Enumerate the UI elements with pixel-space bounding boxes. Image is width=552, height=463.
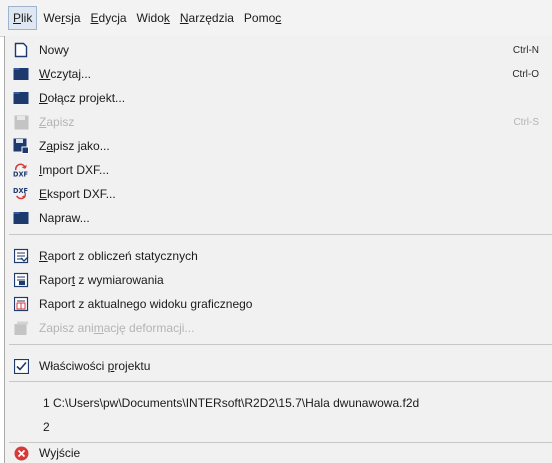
- animation-icon: [13, 320, 29, 336]
- label-post: aport z obliczeń statycznych: [47, 249, 198, 263]
- menu-item-report-dims-label: Raport z wymiarowania: [39, 273, 164, 287]
- menu-edit-post: dycja: [98, 11, 127, 25]
- menu-file-post: lik: [21, 11, 33, 25]
- menu-item-save-animation: Zapisz animację deformacji...: [5, 316, 552, 340]
- menu-item-export-dxf[interactable]: DXF Eksport DXF...: [5, 182, 552, 206]
- menu-item-exit-label: Wyjście: [39, 446, 80, 460]
- menu-item-repair-label: Napraw...: [39, 211, 90, 225]
- menu-item-report-view-label: Raport z aktualnego widoku graficznego: [39, 297, 252, 311]
- label-post: ację deformacji...: [103, 321, 195, 335]
- menu-help-pre: Pomo: [243, 11, 276, 25]
- save-icon: [13, 114, 29, 130]
- menu-file[interactable]: Plik: [8, 6, 38, 30]
- menu-version-post: sja: [65, 11, 81, 25]
- menu-tools-key: N: [179, 11, 189, 25]
- label-post: rojektu: [114, 359, 151, 373]
- shortcut-new: Ctrl-N: [512, 44, 539, 56]
- menu-separator: [9, 344, 552, 345]
- file-dropdown-menu: Nowy Ctrl-N Wczytaj... Ctrl-O Dołącz pro…: [4, 36, 552, 463]
- report-icon: [13, 272, 29, 288]
- menu-item-save: Zapisz Ctrl-S: [5, 110, 552, 134]
- menu-item-export-label: Eksport DXF...: [39, 187, 116, 201]
- svg-text:DXF: DXF: [13, 171, 28, 178]
- dxf-export-icon: DXF: [13, 186, 29, 202]
- folder-icon: [13, 90, 29, 106]
- menu-item-new[interactable]: Nowy Ctrl-N: [5, 38, 552, 62]
- menu-item-save-as-label: Zapisz jako...: [39, 139, 110, 153]
- menu-view[interactable]: Widok: [133, 6, 174, 30]
- document-icon: [13, 42, 29, 58]
- save-as-icon: [13, 138, 29, 154]
- menu-item-report-view[interactable]: Raport z aktualnego widoku graficznego: [5, 292, 552, 316]
- folder-icon: [13, 66, 29, 82]
- menu-item-report-static[interactable]: Raport z obliczeń statycznych: [5, 244, 552, 268]
- label-pre: Raport z aktualnego widoku graficznego: [39, 297, 253, 311]
- menu-help[interactable]: Pomoc: [240, 6, 285, 30]
- menu-file-key: P: [13, 11, 22, 25]
- label-pre: Rapor: [39, 273, 72, 287]
- menu-edit-key: E: [90, 11, 99, 25]
- menu-tools-post: arzędzia: [188, 11, 234, 25]
- label-key: m: [93, 321, 104, 335]
- menu-item-properties-label: Właściwości projektu: [39, 359, 150, 373]
- menu-separator: [9, 234, 552, 235]
- close-icon: [13, 445, 29, 461]
- menu-item-project-properties[interactable]: Właściwości projektu: [5, 354, 552, 378]
- menu-item-open[interactable]: Wczytaj... Ctrl-O: [5, 62, 552, 86]
- report-icon: [13, 248, 29, 264]
- menu-item-report-static-label: Raport z obliczeń statycznych: [39, 249, 198, 263]
- label-pre: Zapisz ani: [39, 321, 94, 335]
- menu-tools[interactable]: Narzędzia: [176, 6, 238, 30]
- label-post: apisz: [46, 115, 75, 129]
- menu-item-import-dxf[interactable]: DXF Import DXF...: [5, 158, 552, 182]
- menu-item-attach-label: Dołącz projekt...: [39, 91, 125, 105]
- menu-help-key: c: [275, 11, 282, 25]
- checkbox-icon: [13, 358, 29, 374]
- menu-item-recent-2[interactable]: 2: [5, 415, 552, 439]
- menu-item-report-dimensioning[interactable]: Raport z wymiarowania: [5, 268, 552, 292]
- menu-item-attach-project[interactable]: Dołącz projekt...: [5, 86, 552, 110]
- menu-item-exit[interactable]: Wyjście: [5, 443, 552, 463]
- label-post: Nowy: [39, 43, 70, 57]
- menu-view-pre: Wido: [136, 11, 164, 25]
- menu-item-open-label: Wczytaj...: [39, 67, 91, 81]
- menu-item-save-label: Zapisz: [39, 115, 74, 129]
- menu-item-save-anim-label: Zapisz animację deformacji...: [39, 321, 194, 335]
- menu-item-save-as[interactable]: Zapisz jako...: [5, 134, 552, 158]
- label-post: mport DXF...: [42, 163, 110, 177]
- label-key: W: [39, 67, 51, 81]
- menu-version-pre: We: [43, 11, 62, 25]
- dxf-import-icon: DXF: [13, 162, 29, 178]
- label-post: ksport DXF...: [47, 187, 116, 201]
- shortcut-open: Ctrl-O: [512, 68, 539, 80]
- label-key: R: [39, 249, 48, 263]
- label-pre: Wyjście: [39, 446, 81, 460]
- menu-bar: Plik Wersja Edycja Widok Narzędzia Pomoc: [0, 0, 552, 37]
- menu-version[interactable]: Wersja: [39, 6, 84, 30]
- label-post: czytaj...: [50, 67, 92, 81]
- label-post: z wymiarowania: [75, 273, 164, 287]
- menu-separator: [9, 381, 552, 382]
- label-post: Napraw...: [39, 211, 90, 225]
- menu-item-repair[interactable]: Napraw...: [5, 206, 552, 230]
- label-key: D: [39, 91, 48, 105]
- menu-item-recent-1[interactable]: 1 C:\Users\pw\Documents\INTERsoft\R2D2\1…: [5, 391, 552, 415]
- menu-item-new-label: Nowy: [39, 43, 69, 57]
- label-pre: Właściwości: [39, 359, 108, 373]
- shortcut-save: Ctrl-S: [513, 116, 539, 128]
- label-key: E: [39, 187, 48, 201]
- recent-file-1: 1 C:\Users\pw\Documents\INTERsoft\R2D2\1…: [43, 396, 420, 410]
- label-post: ołącz projekt...: [47, 91, 126, 105]
- label-post: pisz jako...: [53, 139, 110, 153]
- recent-file-2: 2: [43, 420, 50, 434]
- report-icon: [13, 296, 29, 312]
- menu-view-key: k: [163, 11, 170, 25]
- folder-icon: [13, 210, 29, 226]
- menu-edit[interactable]: Edycja: [87, 6, 131, 30]
- menu-item-import-label: Import DXF...: [39, 163, 109, 177]
